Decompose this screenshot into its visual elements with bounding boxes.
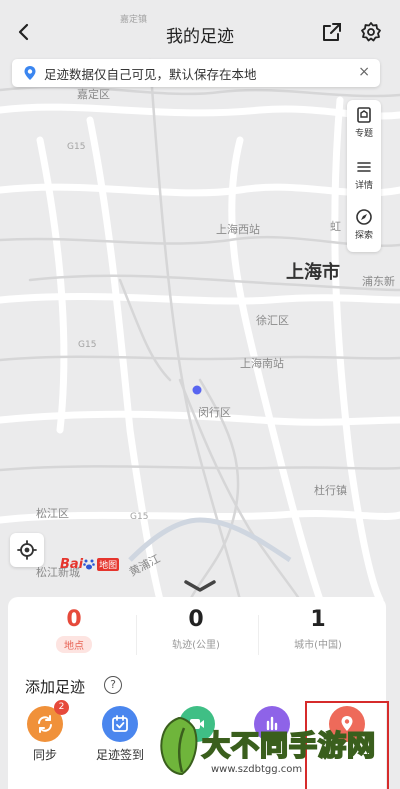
crosshair-icon [17,540,37,560]
map-label-g15b: G15 [78,340,97,350]
location-pin-icon [24,66,36,80]
locate-me-button[interactable] [10,533,44,567]
map-label-g15c: G15 [130,512,149,522]
privacy-notice: 足迹数据仅自己可见，默认保存在本地 × [12,59,380,87]
map-label-hong: 虹 [330,220,341,233]
action-checkin-label: 足迹签到 [95,748,144,762]
tool-topic[interactable]: 专题 [347,106,381,156]
logo-text-bai: Bai [60,556,84,572]
settings-button[interactable] [357,18,385,46]
stat-cities-label: 城市(中国) [294,640,342,651]
map-label-minhang: 闵行区 [198,406,231,419]
map-label-g15: G15 [67,142,86,152]
stat-places[interactable]: 0 地点 [14,607,134,653]
gear-icon [361,22,381,42]
map-label-shanghai-south: 上海南站 [240,357,284,370]
sync-icon: 2 [27,700,69,742]
stat-places-label: 地点 [56,636,92,653]
tool-topic-label: 专题 [354,129,373,139]
action-checkin[interactable]: 足迹签到 [80,706,160,763]
stat-cities-value: 1 [310,607,326,632]
tool-explore-label: 探索 [354,231,373,241]
map-label-city: 上海市 [286,262,340,283]
map-tools-panel: 专题 详情 探索 [347,100,381,252]
notice-text: 足迹数据仅自己可见，默认保存在本地 [44,66,257,82]
help-icon[interactable]: ? [104,676,122,694]
map-label-zhuqiao: 杜行镇 [314,484,347,497]
calendar-check-icon [102,706,138,742]
stat-cities[interactable]: 1 城市(中国) [258,607,378,651]
sync-badge: 2 [54,700,69,715]
chevron-down-icon[interactable] [180,578,220,594]
watermark-url: www.szdbtgg.com [208,764,306,775]
map-label-xuhui: 徐汇区 [256,314,289,327]
list-icon [357,162,371,172]
stat-track[interactable]: 0 轨迹(公里) [136,607,256,651]
logo-text-map: 地图 [97,557,120,571]
stat-track-value: 0 [188,607,204,632]
app-screen: 嘉定镇 嘉定区 G15 上海西站 虹 上海市 浦东新 徐汇区 G15 上海南站 … [0,0,400,789]
watermark-text: 大不同手游网 [201,728,377,763]
stat-places-value: 0 [66,607,82,632]
notice-close-button[interactable]: × [358,64,370,80]
baidu-map-logo: Bai 地图 [60,556,120,572]
map-label-shanghai-west: 上海西站 [216,223,260,236]
tool-details-label: 详情 [354,181,373,191]
paw-icon [83,559,95,570]
watermark: 大不同手游网 www.szdbtgg.com [150,712,400,789]
map-label-songjiang: 松江区 [36,507,69,520]
topic-icon [357,107,371,123]
tool-details[interactable]: 详情 [347,158,381,208]
map-label-pudong: 浦东新 [362,275,395,288]
share-icon [323,23,341,41]
share-button[interactable] [318,18,346,46]
map-label-jiading: 嘉定区 [77,88,110,101]
header-bar: 我的足迹 [0,0,400,62]
compass-icon [356,209,372,225]
stat-track-label: 轨迹(公里) [172,640,220,651]
action-sync-label: 同步 [32,748,57,762]
tool-explore[interactable]: 探索 [347,208,381,258]
leaf-logo-icon [160,716,198,776]
add-footprint-title: 添加足迹 [25,678,86,696]
action-sync[interactable]: 2 同步 [5,700,85,763]
